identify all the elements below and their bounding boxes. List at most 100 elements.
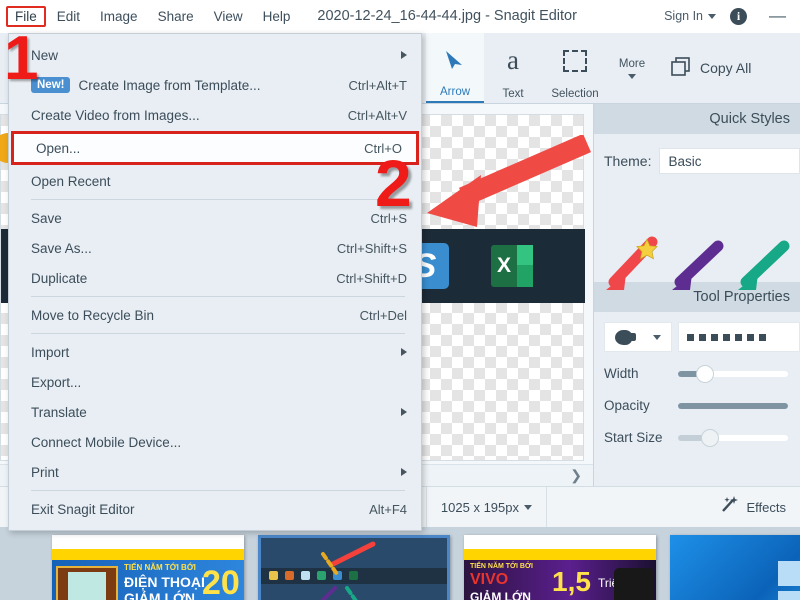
copy-all-label: Copy All bbox=[700, 60, 752, 76]
thumbnail-banner-vivo[interactable]: TIẾN NĂM TỚI BỚI VIVO GIẢM LỚN 1,5 Triệu bbox=[464, 535, 656, 600]
file-menu-item-translate[interactable]: Translate bbox=[9, 397, 421, 427]
menu-view[interactable]: View bbox=[205, 6, 252, 27]
file-menu-item-create-video-from-images[interactable]: Create Video from Images... Ctrl+Alt+V bbox=[9, 100, 421, 130]
slider-opacity-label: Opacity bbox=[604, 398, 650, 413]
sign-in-label: Sign In bbox=[664, 9, 703, 23]
menu-edit[interactable]: Edit bbox=[48, 6, 89, 27]
file-menu-item-shortcut: Ctrl+Alt+T bbox=[348, 77, 407, 93]
file-menu-item-label: Open Recent bbox=[31, 173, 111, 189]
menu-help[interactable]: Help bbox=[254, 6, 300, 27]
menu-separator bbox=[31, 199, 405, 200]
tool-arrow[interactable]: Arrow bbox=[426, 33, 484, 103]
dash-style-icon bbox=[759, 333, 766, 341]
tool-arrow-label: Arrow bbox=[439, 86, 471, 98]
slider-width-track[interactable] bbox=[678, 364, 788, 383]
windows-logo-icon bbox=[778, 561, 800, 600]
file-menu-item-label: Create Video from Images... bbox=[31, 107, 200, 123]
file-menu-dropdown[interactable]: New New! Create Image from Template... Ctrl… bbox=[8, 33, 422, 531]
dash-style-icon bbox=[699, 333, 706, 341]
divider bbox=[546, 486, 547, 528]
annotation-number-2: 2 bbox=[375, 146, 412, 220]
file-menu-item-label: Open... bbox=[36, 140, 81, 156]
effects-label: Effects bbox=[746, 499, 787, 515]
file-menu-item-create-image-from-template[interactable]: New! Create Image from Template... Ctrl+Al… bbox=[9, 70, 421, 100]
tool-selection[interactable]: Selection bbox=[542, 33, 608, 103]
arrow-icon bbox=[442, 33, 468, 86]
file-menu-item-new[interactable]: New bbox=[9, 40, 421, 70]
thumbnail-banner-dien-thoai[interactable]: TIẾN NĂM TỚI BỚI ĐIỆN THOẠI GIẢM LỚN 20 bbox=[52, 535, 244, 600]
annotation-number-1: 1 bbox=[4, 24, 39, 93]
tool-more-button[interactable]: More bbox=[608, 33, 656, 103]
arrow-style-purple[interactable] bbox=[666, 234, 728, 299]
dimensions-value: 1025 x 195px bbox=[440, 499, 519, 515]
file-menu-item-connect-mobile-device[interactable]: Connect Mobile Device... bbox=[9, 427, 421, 457]
submenu-arrow-icon bbox=[401, 468, 407, 476]
file-menu-item-duplicate[interactable]: Duplicate Ctrl+Shift+D bbox=[9, 263, 421, 293]
arrow-style-red[interactable] bbox=[600, 234, 662, 299]
file-menu-item-shortcut: Ctrl+Shift+S bbox=[336, 240, 407, 256]
slider-start-size-label: Start Size bbox=[604, 430, 663, 445]
menu-separator bbox=[31, 296, 405, 297]
info-icon[interactable]: i bbox=[730, 7, 747, 25]
quick-styles-body: Theme: Basic bbox=[594, 134, 800, 290]
thumbnail-windows-wallpaper[interactable] bbox=[670, 535, 800, 600]
titlebar: File Edit Image Share View Help 2020-12-… bbox=[0, 0, 800, 33]
file-menu-item-label: Export... bbox=[31, 374, 82, 390]
effects-button[interactable]: Effects bbox=[706, 487, 800, 528]
dash-style-icon bbox=[747, 333, 754, 341]
file-menu-item-shortcut: Ctrl+Del bbox=[359, 307, 407, 323]
arrow-style-swatches bbox=[600, 234, 794, 299]
file-menu-item-save[interactable]: Save Ctrl+S bbox=[9, 203, 421, 233]
file-menu-item-exit-snagit-editor[interactable]: Exit Snagit Editor Alt+F4 bbox=[9, 494, 421, 524]
file-menu-item-label: Save As... bbox=[31, 240, 92, 256]
file-menu-item-open[interactable]: Open... Ctrl+O bbox=[11, 131, 419, 165]
theme-dropdown[interactable]: Basic bbox=[659, 148, 800, 174]
thumbnail-tray[interactable]: TIẾN NĂM TỚI BỚI ĐIỆN THOẠI GIẢM LỚN 20 bbox=[0, 527, 800, 600]
file-menu-item-save-as[interactable]: Save As... Ctrl+Shift+S bbox=[9, 233, 421, 263]
file-menu-item-shortcut: Ctrl+Alt+V bbox=[347, 107, 407, 123]
thumb-line2: VIVO bbox=[470, 571, 509, 588]
thumb-line1: TIẾN NĂM TỚI BỚI bbox=[124, 563, 196, 572]
copy-all-button[interactable]: Copy All bbox=[670, 33, 751, 103]
file-menu-item-import[interactable]: Import bbox=[9, 337, 421, 367]
thumbnail-desktop-arrows[interactable] bbox=[258, 535, 450, 600]
slider-width-knob[interactable] bbox=[695, 364, 714, 383]
tool-text[interactable]: a Text bbox=[484, 33, 542, 103]
slider-width-label: Width bbox=[604, 366, 639, 381]
quick-styles-header[interactable]: Quick Styles bbox=[594, 104, 800, 134]
dash-style-icon bbox=[711, 333, 718, 341]
theme-row: Theme: Basic bbox=[604, 148, 800, 174]
file-menu-item-shortcut: Alt+F4 bbox=[369, 501, 407, 517]
file-menu-item-open-recent[interactable]: Open Recent bbox=[9, 166, 421, 196]
menu-image[interactable]: Image bbox=[91, 6, 147, 27]
menu-separator bbox=[31, 333, 405, 334]
text-a-icon: a bbox=[507, 45, 519, 75]
arrow-head-shape-dropdown[interactable] bbox=[604, 322, 672, 352]
dash-style-dropdown[interactable] bbox=[678, 322, 800, 352]
dash-style-icon bbox=[687, 333, 694, 341]
thumb-line3: GIẢM LỚN bbox=[470, 590, 531, 600]
file-menu-item-export[interactable]: Export... bbox=[9, 367, 421, 397]
arrow-style-green[interactable] bbox=[732, 234, 794, 299]
minimize-icon[interactable]: — bbox=[769, 7, 786, 24]
sign-in-button[interactable]: Sign In bbox=[664, 9, 716, 23]
chevron-down-icon[interactable] bbox=[524, 504, 532, 510]
file-menu-item-print[interactable]: Print bbox=[9, 457, 421, 487]
dimensions-control[interactable]: 1025 x 195px bbox=[427, 487, 546, 528]
slider-width[interactable]: Width bbox=[604, 364, 800, 383]
thumb-line3: GIẢM LỚN bbox=[124, 590, 196, 600]
dash-style-icon bbox=[723, 333, 730, 341]
annotation-red-arrow bbox=[427, 135, 591, 227]
chevron-right-icon[interactable]: ❯ bbox=[570, 467, 593, 484]
slider-opacity-fill bbox=[678, 402, 788, 409]
slider-start-size[interactable]: Start Size bbox=[604, 428, 800, 447]
slider-start-size-track[interactable] bbox=[678, 428, 788, 447]
window-title: 2020-12-24_16-44-44.jpg - Snagit Editor bbox=[317, 8, 577, 24]
submenu-arrow-icon bbox=[401, 51, 407, 59]
slider-opacity[interactable]: Opacity bbox=[604, 398, 800, 413]
slider-opacity-track[interactable] bbox=[678, 402, 788, 409]
slider-start-size-knob[interactable] bbox=[701, 428, 720, 447]
thumb-line1: TIẾN NĂM TỚI BỚI bbox=[470, 563, 533, 570]
menu-share[interactable]: Share bbox=[149, 6, 203, 27]
file-menu-item-move-to-recycle-bin[interactable]: Move to Recycle Bin Ctrl+Del bbox=[9, 300, 421, 330]
